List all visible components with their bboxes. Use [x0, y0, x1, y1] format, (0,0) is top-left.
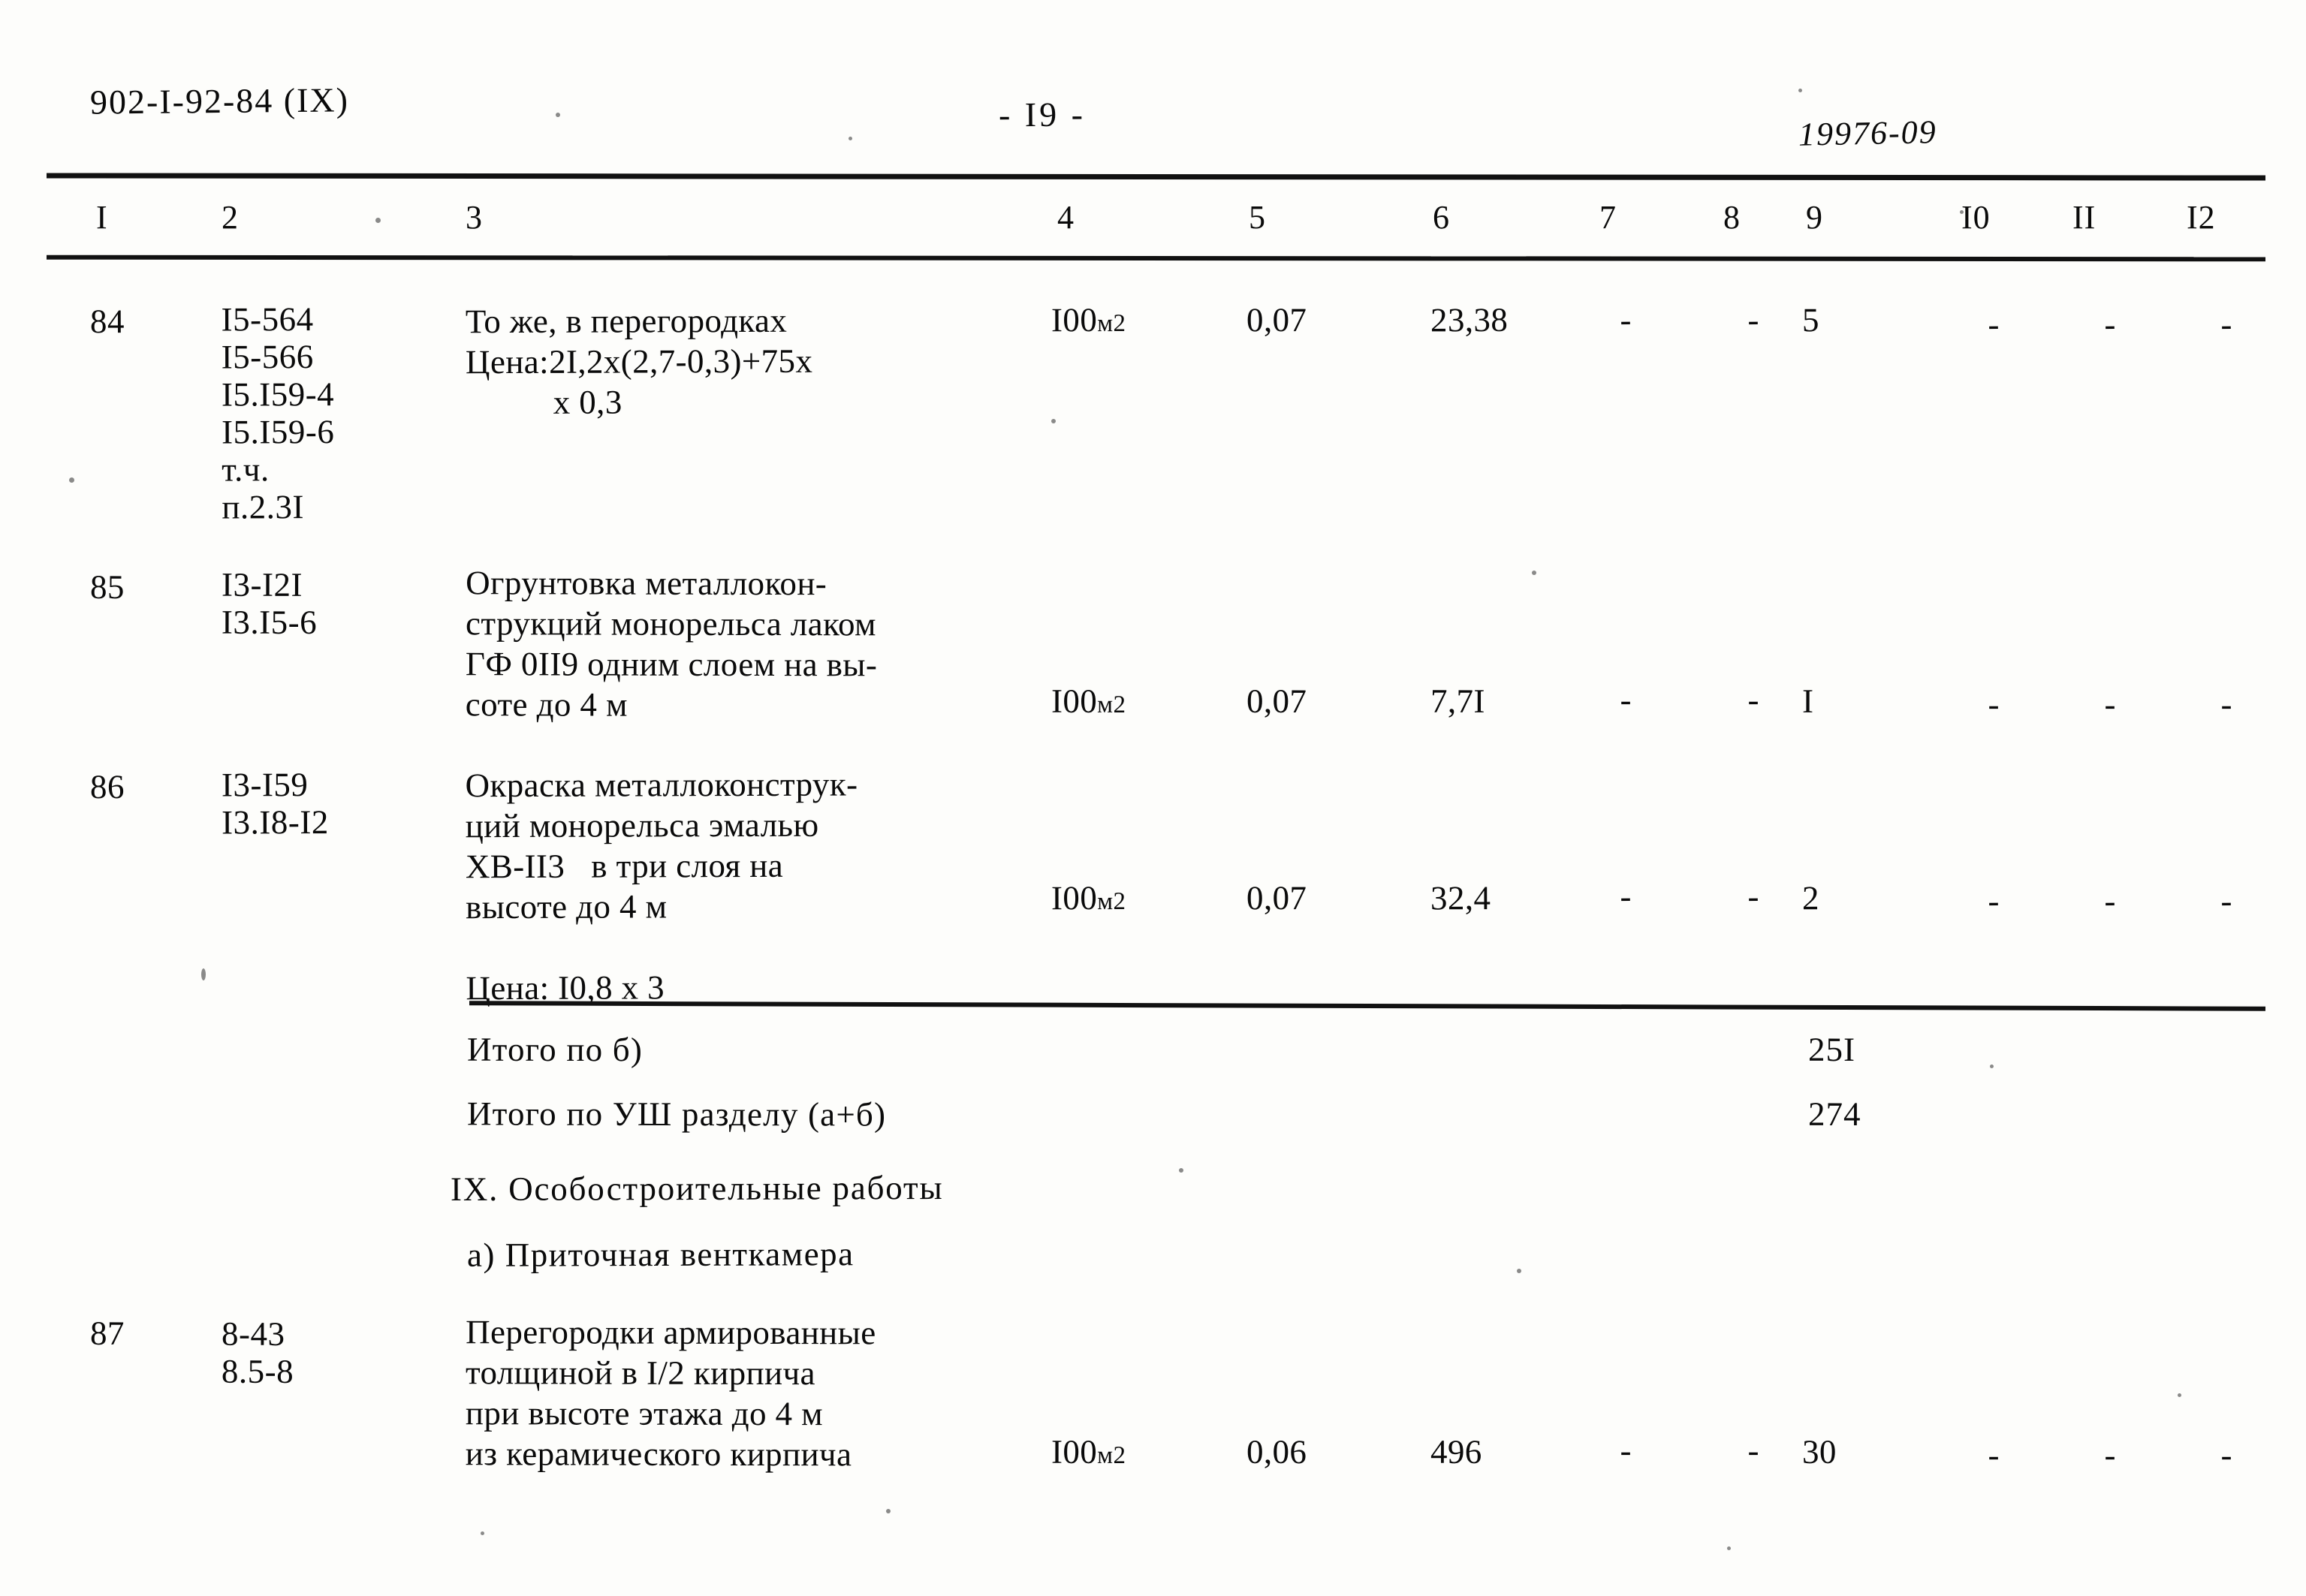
- row-description: Окраска металлоконструк- ций монорельса …: [465, 765, 858, 1007]
- column-header-5: 5: [1249, 199, 1266, 236]
- unit-value: I00: [1051, 879, 1098, 917]
- row-col12: -: [2220, 1435, 2232, 1474]
- row-col11: -: [2104, 881, 2116, 920]
- row-col10: -: [1988, 305, 2000, 344]
- row-col8: -: [1747, 300, 1759, 339]
- row-description: Перегородки армированные толщиной в I/2 …: [465, 1313, 876, 1474]
- unit-suffix: м2: [1097, 309, 1126, 338]
- scan-speck: [481, 1531, 484, 1535]
- row-unit: I00м2: [1051, 300, 1194, 344]
- row-col12: -: [2220, 881, 2232, 920]
- scan-speck: [849, 137, 852, 140]
- row-col10: -: [1988, 685, 2000, 724]
- table-top-rule: [46, 173, 2266, 181]
- column-header-3: 3: [466, 199, 483, 236]
- column-header-6: 6: [1433, 199, 1450, 236]
- scan-speck: [1727, 1546, 1731, 1550]
- scan-speck: [556, 113, 560, 117]
- document-code: 902-I-92-84 (IX): [89, 80, 350, 122]
- row-col6: 496: [1430, 1432, 1482, 1471]
- row-col12: -: [2220, 685, 2232, 724]
- row-col5: 0,06: [1246, 1432, 1307, 1471]
- row-col8: -: [1747, 1431, 1759, 1470]
- unit-suffix: м2: [1097, 691, 1126, 719]
- summary-separator-rule: [469, 1001, 2266, 1011]
- section-subtitle: а) Приточная венткамера: [466, 1235, 855, 1274]
- row-col9: 5: [1801, 301, 1819, 339]
- row-unit: I00м2: [1051, 878, 1194, 922]
- row-col11: -: [2104, 305, 2116, 344]
- scanned-document-page: 902-I-92-84 (IX) - I9 - 19976-09 I 2 3 4…: [0, 0, 2306, 1596]
- column-header-7: 7: [1599, 199, 1617, 236]
- summary-label: Итого по УШ разделу (а+б): [466, 1095, 887, 1134]
- row-col5: 0,07: [1246, 300, 1307, 339]
- row-col10: -: [1988, 881, 2000, 920]
- scan-speck: [1960, 210, 1964, 214]
- scan-speck: [1532, 571, 1536, 575]
- row-col6: 23,38: [1430, 300, 1509, 339]
- summary-label: Итого по б): [466, 1030, 644, 1069]
- summary-value: 274: [1807, 1095, 1861, 1134]
- column-header-11: II: [2072, 199, 2097, 236]
- scan-speck: [886, 1509, 891, 1513]
- row-col10: -: [1988, 1435, 2000, 1474]
- unit-suffix: м2: [1097, 887, 1126, 916]
- row-unit: I00м2: [1051, 682, 1194, 724]
- row-number: 84: [89, 303, 125, 341]
- row-codes: 8-43 8.5-8: [221, 1314, 294, 1390]
- scan-speck: [571, 1329, 575, 1333]
- row-col5: 0,07: [1246, 878, 1307, 917]
- row-unit: I00м2: [1051, 1432, 1194, 1475]
- row-number: 85: [89, 568, 125, 606]
- scan-speck: [1179, 1168, 1183, 1173]
- unit-value: I00: [1051, 301, 1098, 339]
- row-number: 86: [89, 768, 125, 806]
- column-header-10: I0: [1961, 199, 1991, 236]
- row-codes: I3-I59 I3.I8-I2: [221, 766, 329, 842]
- archive-code: 19976-09: [1798, 113, 1938, 153]
- row-col9: 2: [1801, 879, 1819, 917]
- page-number: - I9 -: [998, 95, 1087, 134]
- row-col9: 30: [1801, 1432, 1837, 1471]
- scan-speck: [201, 968, 206, 980]
- column-header-9: 9: [1806, 199, 1823, 236]
- row-col6: 7,7I: [1430, 682, 1485, 720]
- column-header-4: 4: [1057, 199, 1075, 236]
- row-col11: -: [2104, 685, 2116, 724]
- scan-speck: [1798, 89, 1802, 92]
- row-description: То же, в перегородках Цена:2I,2х(2,7-0,3…: [465, 301, 813, 422]
- scan-speck: [375, 218, 381, 223]
- column-header-2: 2: [222, 199, 239, 236]
- table-header-rule: [46, 254, 2266, 262]
- row-description: Огрунтовка металлокон- струкций монорель…: [465, 564, 878, 724]
- column-header-8: 8: [1723, 199, 1741, 236]
- row-col8: -: [1747, 680, 1759, 719]
- row-col7: -: [1620, 680, 1632, 719]
- row-col6: 32,4: [1430, 879, 1491, 917]
- unit-suffix: м2: [1097, 1441, 1126, 1470]
- scan-speck: [69, 477, 74, 483]
- scan-speck: [1990, 1065, 1994, 1068]
- row-col5: 0,07: [1246, 682, 1307, 721]
- section-title: IX. Особостроительные работы: [450, 1168, 944, 1209]
- row-col11: -: [2104, 1435, 2116, 1474]
- row-col7: -: [1620, 300, 1632, 339]
- row-number: 87: [89, 1314, 125, 1352]
- row-col7: -: [1620, 877, 1632, 916]
- summary-value: 25I: [1807, 1030, 1856, 1069]
- scan-speck: [2178, 1393, 2181, 1397]
- scan-speck: [1051, 419, 1056, 423]
- scan-speck: [1517, 1269, 1521, 1273]
- row-col12: -: [2220, 305, 2232, 344]
- row-col8: -: [1747, 877, 1759, 916]
- row-codes: I5-564 I5-566 I5.I59-4 I5.I59-6 т.ч. п.2…: [221, 300, 335, 526]
- column-header-12: I2: [2187, 199, 2216, 236]
- unit-value: I00: [1051, 1432, 1098, 1471]
- row-col7: -: [1620, 1431, 1632, 1470]
- row-col9: I: [1801, 682, 1814, 720]
- unit-value: I00: [1051, 682, 1098, 720]
- row-codes: I3-I2I I3.I5-6: [221, 565, 318, 641]
- column-header-1: I: [96, 199, 108, 236]
